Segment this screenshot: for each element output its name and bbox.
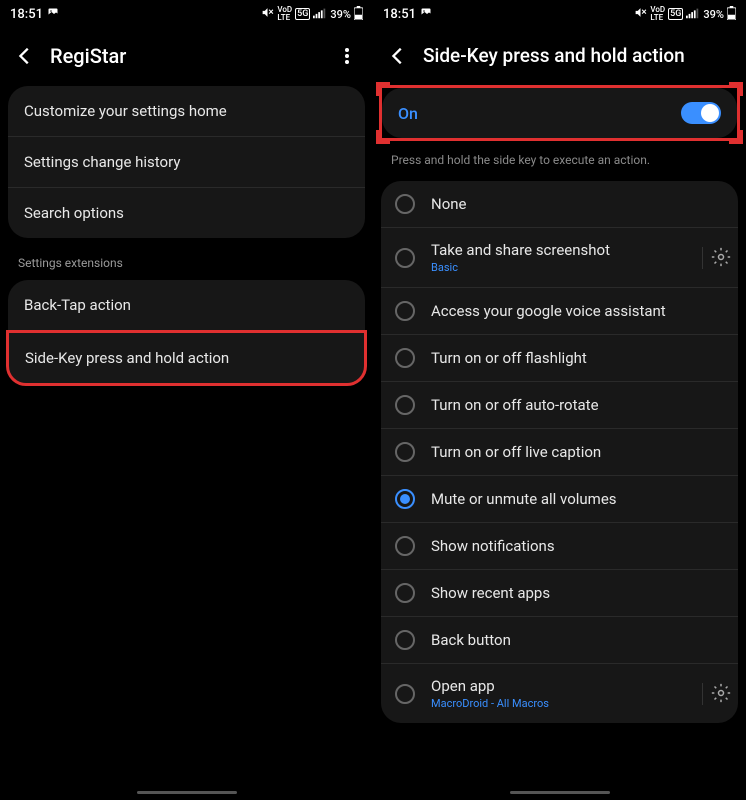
radio-button[interactable] bbox=[395, 536, 415, 556]
left-screen: 18:51 VoDLTE 5G 39% RegiStar bbox=[0, 0, 373, 800]
action-options-list: None Take and share screenshot Basic Access… bbox=[381, 181, 738, 723]
mute-icon bbox=[261, 6, 274, 22]
option-label: Turn on or off flashlight bbox=[431, 349, 724, 367]
description-text: Press and hold the side key to execute a… bbox=[373, 141, 746, 181]
radio-button[interactable] bbox=[395, 248, 415, 268]
option-label: None bbox=[431, 195, 724, 213]
volte-icon: VoDLTE bbox=[277, 6, 292, 22]
extensions-card: Back-Tap action bbox=[8, 280, 365, 330]
status-bar: 18:51 VoDLTE 5G 39% bbox=[373, 0, 746, 28]
side-key-item[interactable]: Side-Key press and hold action bbox=[6, 330, 367, 386]
radio-option[interactable]: Mute or unmute all volumes bbox=[381, 476, 738, 523]
radio-option[interactable]: Show notifications bbox=[381, 523, 738, 570]
radio-button[interactable] bbox=[395, 301, 415, 321]
toggle-highlight: On bbox=[379, 85, 740, 141]
nav-indicator[interactable] bbox=[137, 791, 237, 794]
enable-toggle-row[interactable]: On bbox=[382, 88, 737, 138]
app-bar: RegiStar bbox=[0, 28, 373, 86]
back-button[interactable] bbox=[387, 45, 409, 67]
option-label: Show notifications bbox=[431, 537, 724, 555]
page-title: Side-Key press and hold action bbox=[423, 44, 732, 67]
radio-option[interactable]: Access your google voice assistant bbox=[381, 288, 738, 335]
page-title: RegiStar bbox=[50, 44, 321, 68]
radio-option[interactable]: Turn on or off auto-rotate bbox=[381, 382, 738, 429]
battery-icon bbox=[354, 6, 363, 23]
picture-icon bbox=[420, 6, 432, 22]
side-key-highlight: Side-Key press and hold action bbox=[6, 330, 367, 386]
battery-text: 39% bbox=[330, 8, 351, 21]
option-label: Show recent apps bbox=[431, 584, 724, 602]
radio-button[interactable] bbox=[395, 395, 415, 415]
app-bar: Side-Key press and hold action bbox=[373, 28, 746, 85]
option-label: Turn on or off auto-rotate bbox=[431, 396, 724, 414]
radio-option[interactable]: Show recent apps bbox=[381, 570, 738, 617]
radio-button[interactable] bbox=[395, 194, 415, 214]
radio-option[interactable]: Turn on or off flashlight bbox=[381, 335, 738, 382]
nav-indicator[interactable] bbox=[510, 791, 610, 794]
option-label: Mute or unmute all volumes bbox=[431, 490, 724, 508]
5g-icon: 5G bbox=[295, 8, 310, 20]
radio-option[interactable]: Turn on or off live caption bbox=[381, 429, 738, 476]
radio-option[interactable]: None bbox=[381, 181, 738, 228]
option-subtitle: MacroDroid - All Macros bbox=[431, 697, 682, 710]
mute-icon bbox=[634, 6, 647, 22]
right-screen: 18:51 VoDLTE 5G 39% Side-Key press and h… bbox=[373, 0, 746, 800]
status-time: 18:51 bbox=[10, 7, 43, 22]
5g-icon: 5G bbox=[668, 8, 683, 20]
radio-button[interactable] bbox=[395, 489, 415, 509]
gear-icon[interactable] bbox=[702, 247, 724, 269]
option-label: Access your google voice assistant bbox=[431, 302, 724, 320]
back-button[interactable] bbox=[14, 45, 36, 67]
search-options-item[interactable]: Search options bbox=[8, 188, 365, 238]
main-settings-card: Customize your settings home Settings ch… bbox=[8, 86, 365, 238]
radio-option[interactable]: Open app MacroDroid - All Macros bbox=[381, 664, 738, 723]
option-subtitle: Basic bbox=[431, 261, 682, 274]
radio-button[interactable] bbox=[395, 583, 415, 603]
radio-button[interactable] bbox=[395, 348, 415, 368]
back-tap-item[interactable]: Back-Tap action bbox=[8, 280, 365, 330]
radio-option[interactable]: Take and share screenshot Basic bbox=[381, 228, 738, 288]
radio-option[interactable]: Back button bbox=[381, 617, 738, 664]
option-label: Take and share screenshot bbox=[431, 241, 682, 259]
status-bar: 18:51 VoDLTE 5G 39% bbox=[0, 0, 373, 28]
battery-text: 39% bbox=[703, 8, 724, 21]
picture-icon bbox=[47, 6, 59, 22]
radio-button[interactable] bbox=[395, 442, 415, 462]
radio-button[interactable] bbox=[395, 630, 415, 650]
toggle-switch[interactable] bbox=[681, 102, 721, 124]
option-label: Turn on or off live caption bbox=[431, 443, 724, 461]
volte-icon: VoDLTE bbox=[650, 6, 665, 22]
option-label: Open app bbox=[431, 677, 682, 695]
change-history-item[interactable]: Settings change history bbox=[8, 137, 365, 188]
signal-icon bbox=[313, 7, 327, 22]
status-time: 18:51 bbox=[383, 7, 416, 22]
customize-home-item[interactable]: Customize your settings home bbox=[8, 86, 365, 137]
battery-icon bbox=[727, 6, 736, 23]
option-label: Back button bbox=[431, 631, 724, 649]
signal-icon bbox=[686, 7, 700, 22]
extensions-header: Settings extensions bbox=[0, 246, 373, 280]
toggle-label: On bbox=[398, 104, 418, 123]
radio-button[interactable] bbox=[395, 684, 415, 704]
more-button[interactable] bbox=[335, 44, 359, 68]
gear-icon[interactable] bbox=[702, 683, 724, 705]
